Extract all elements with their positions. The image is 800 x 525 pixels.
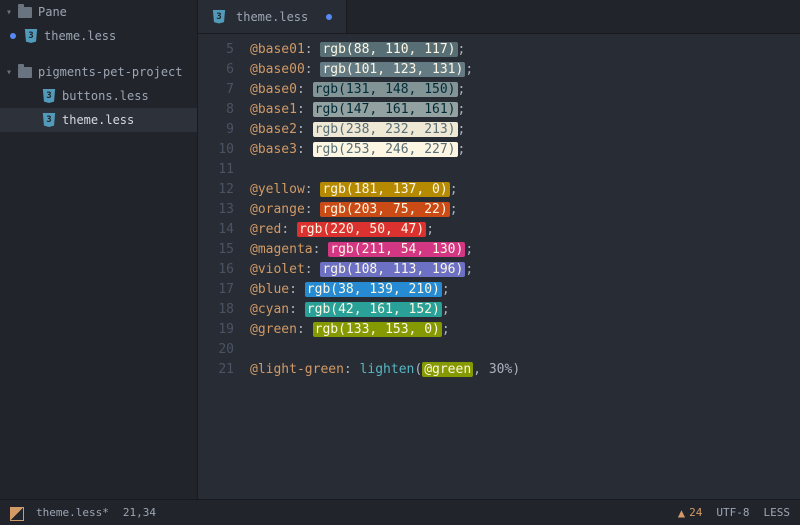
code-line[interactable]: @base3: rgb(253, 246, 227); [250, 140, 800, 160]
code-line[interactable]: @base01: rgb(88, 110, 117); [250, 40, 800, 60]
css3-icon: 3 [42, 89, 56, 103]
line-number: 15 [198, 240, 234, 260]
line-number: 16 [198, 260, 234, 280]
warning-count: 24 [689, 506, 702, 519]
status-encoding[interactable]: UTF-8 [716, 506, 749, 519]
code-content[interactable]: @base01: rgb(88, 110, 117);@base00: rgb(… [244, 34, 800, 499]
code-line[interactable]: @blue: rgb(38, 139, 210); [250, 280, 800, 300]
code-line[interactable]: @violet: rgb(108, 113, 196); [250, 260, 800, 280]
line-number: 9 [198, 120, 234, 140]
status-warnings[interactable]: ▲ 24 [678, 506, 702, 520]
chevron-down-icon: ▾ [6, 67, 16, 78]
file-label: buttons.less [62, 89, 149, 103]
warning-icon: ▲ [678, 506, 685, 520]
line-number: 6 [198, 60, 234, 80]
tree-group-pane[interactable]: ▾ Pane [0, 0, 197, 24]
line-number: 13 [198, 200, 234, 220]
chevron-down-icon: ▾ [6, 7, 16, 18]
line-number: 21 [198, 360, 234, 380]
project-file-buttons[interactable]: 3 buttons.less [0, 84, 197, 108]
code-line[interactable] [250, 340, 800, 360]
code-line[interactable] [250, 160, 800, 180]
code-line[interactable]: @green: rgb(133, 153, 0); [250, 320, 800, 340]
status-cursor-pos[interactable]: 21,34 [123, 506, 156, 519]
status-bar: theme.less* 21,34 ▲ 24 UTF-8 LESS [0, 499, 800, 525]
folder-icon [18, 7, 32, 18]
pane-file-theme[interactable]: 3 theme.less [0, 24, 197, 48]
line-number: 18 [198, 300, 234, 320]
project-file-theme[interactable]: 3 theme.less [0, 108, 197, 132]
code-line[interactable]: @base2: rgb(238, 232, 213); [250, 120, 800, 140]
line-number: 8 [198, 100, 234, 120]
tree-label: Pane [38, 5, 67, 19]
line-number: 11 [198, 160, 234, 180]
code-line[interactable]: @yellow: rgb(181, 137, 0); [250, 180, 800, 200]
code-line[interactable]: @cyan: rgb(42, 161, 152); [250, 300, 800, 320]
sidebar: ▾ Pane 3 theme.less ▾ pigments-pet-proje… [0, 0, 198, 499]
tree-group-project[interactable]: ▾ pigments-pet-project [0, 60, 197, 84]
line-number: 10 [198, 140, 234, 160]
css3-icon: 3 [24, 29, 38, 43]
line-number: 14 [198, 220, 234, 240]
status-grammar[interactable]: LESS [764, 506, 791, 519]
tab-theme-less[interactable]: 3 theme.less [198, 0, 347, 33]
css3-icon: 3 [42, 113, 56, 127]
modified-indicator-icon [326, 14, 332, 20]
line-number: 19 [198, 320, 234, 340]
line-number: 20 [198, 340, 234, 360]
line-number: 5 [198, 40, 234, 60]
file-label: theme.less [62, 113, 134, 127]
line-number: 17 [198, 280, 234, 300]
code-line[interactable]: @orange: rgb(203, 75, 22); [250, 200, 800, 220]
tab-bar: 3 theme.less [198, 0, 800, 34]
code-line[interactable]: @base00: rgb(101, 123, 131); [250, 60, 800, 80]
line-number: 7 [198, 80, 234, 100]
code-line[interactable]: @light-green: lighten(@green, 30%) [250, 360, 800, 380]
tab-label: theme.less [236, 10, 308, 24]
selection-indicator-icon [10, 33, 16, 39]
line-gutter: 56789101112131415161718192021 [198, 34, 244, 499]
code-line[interactable]: @base1: rgb(147, 161, 161); [250, 100, 800, 120]
code-line[interactable]: @base0: rgb(131, 148, 150); [250, 80, 800, 100]
css3-icon: 3 [212, 10, 226, 24]
tree-label: pigments-pet-project [38, 65, 183, 79]
editor-area: 3 theme.less 567891011121314151617181920… [198, 0, 800, 499]
folder-icon [18, 67, 32, 78]
code-line[interactable]: @magenta: rgb(211, 54, 130); [250, 240, 800, 260]
code-line[interactable]: @red: rgb(220, 50, 47); [250, 220, 800, 240]
status-filename[interactable]: theme.less* [36, 506, 109, 519]
code-editor[interactable]: 56789101112131415161718192021 @base01: r… [198, 34, 800, 499]
file-label: theme.less [44, 29, 116, 43]
color-swatch-icon[interactable] [10, 507, 22, 519]
line-number: 12 [198, 180, 234, 200]
